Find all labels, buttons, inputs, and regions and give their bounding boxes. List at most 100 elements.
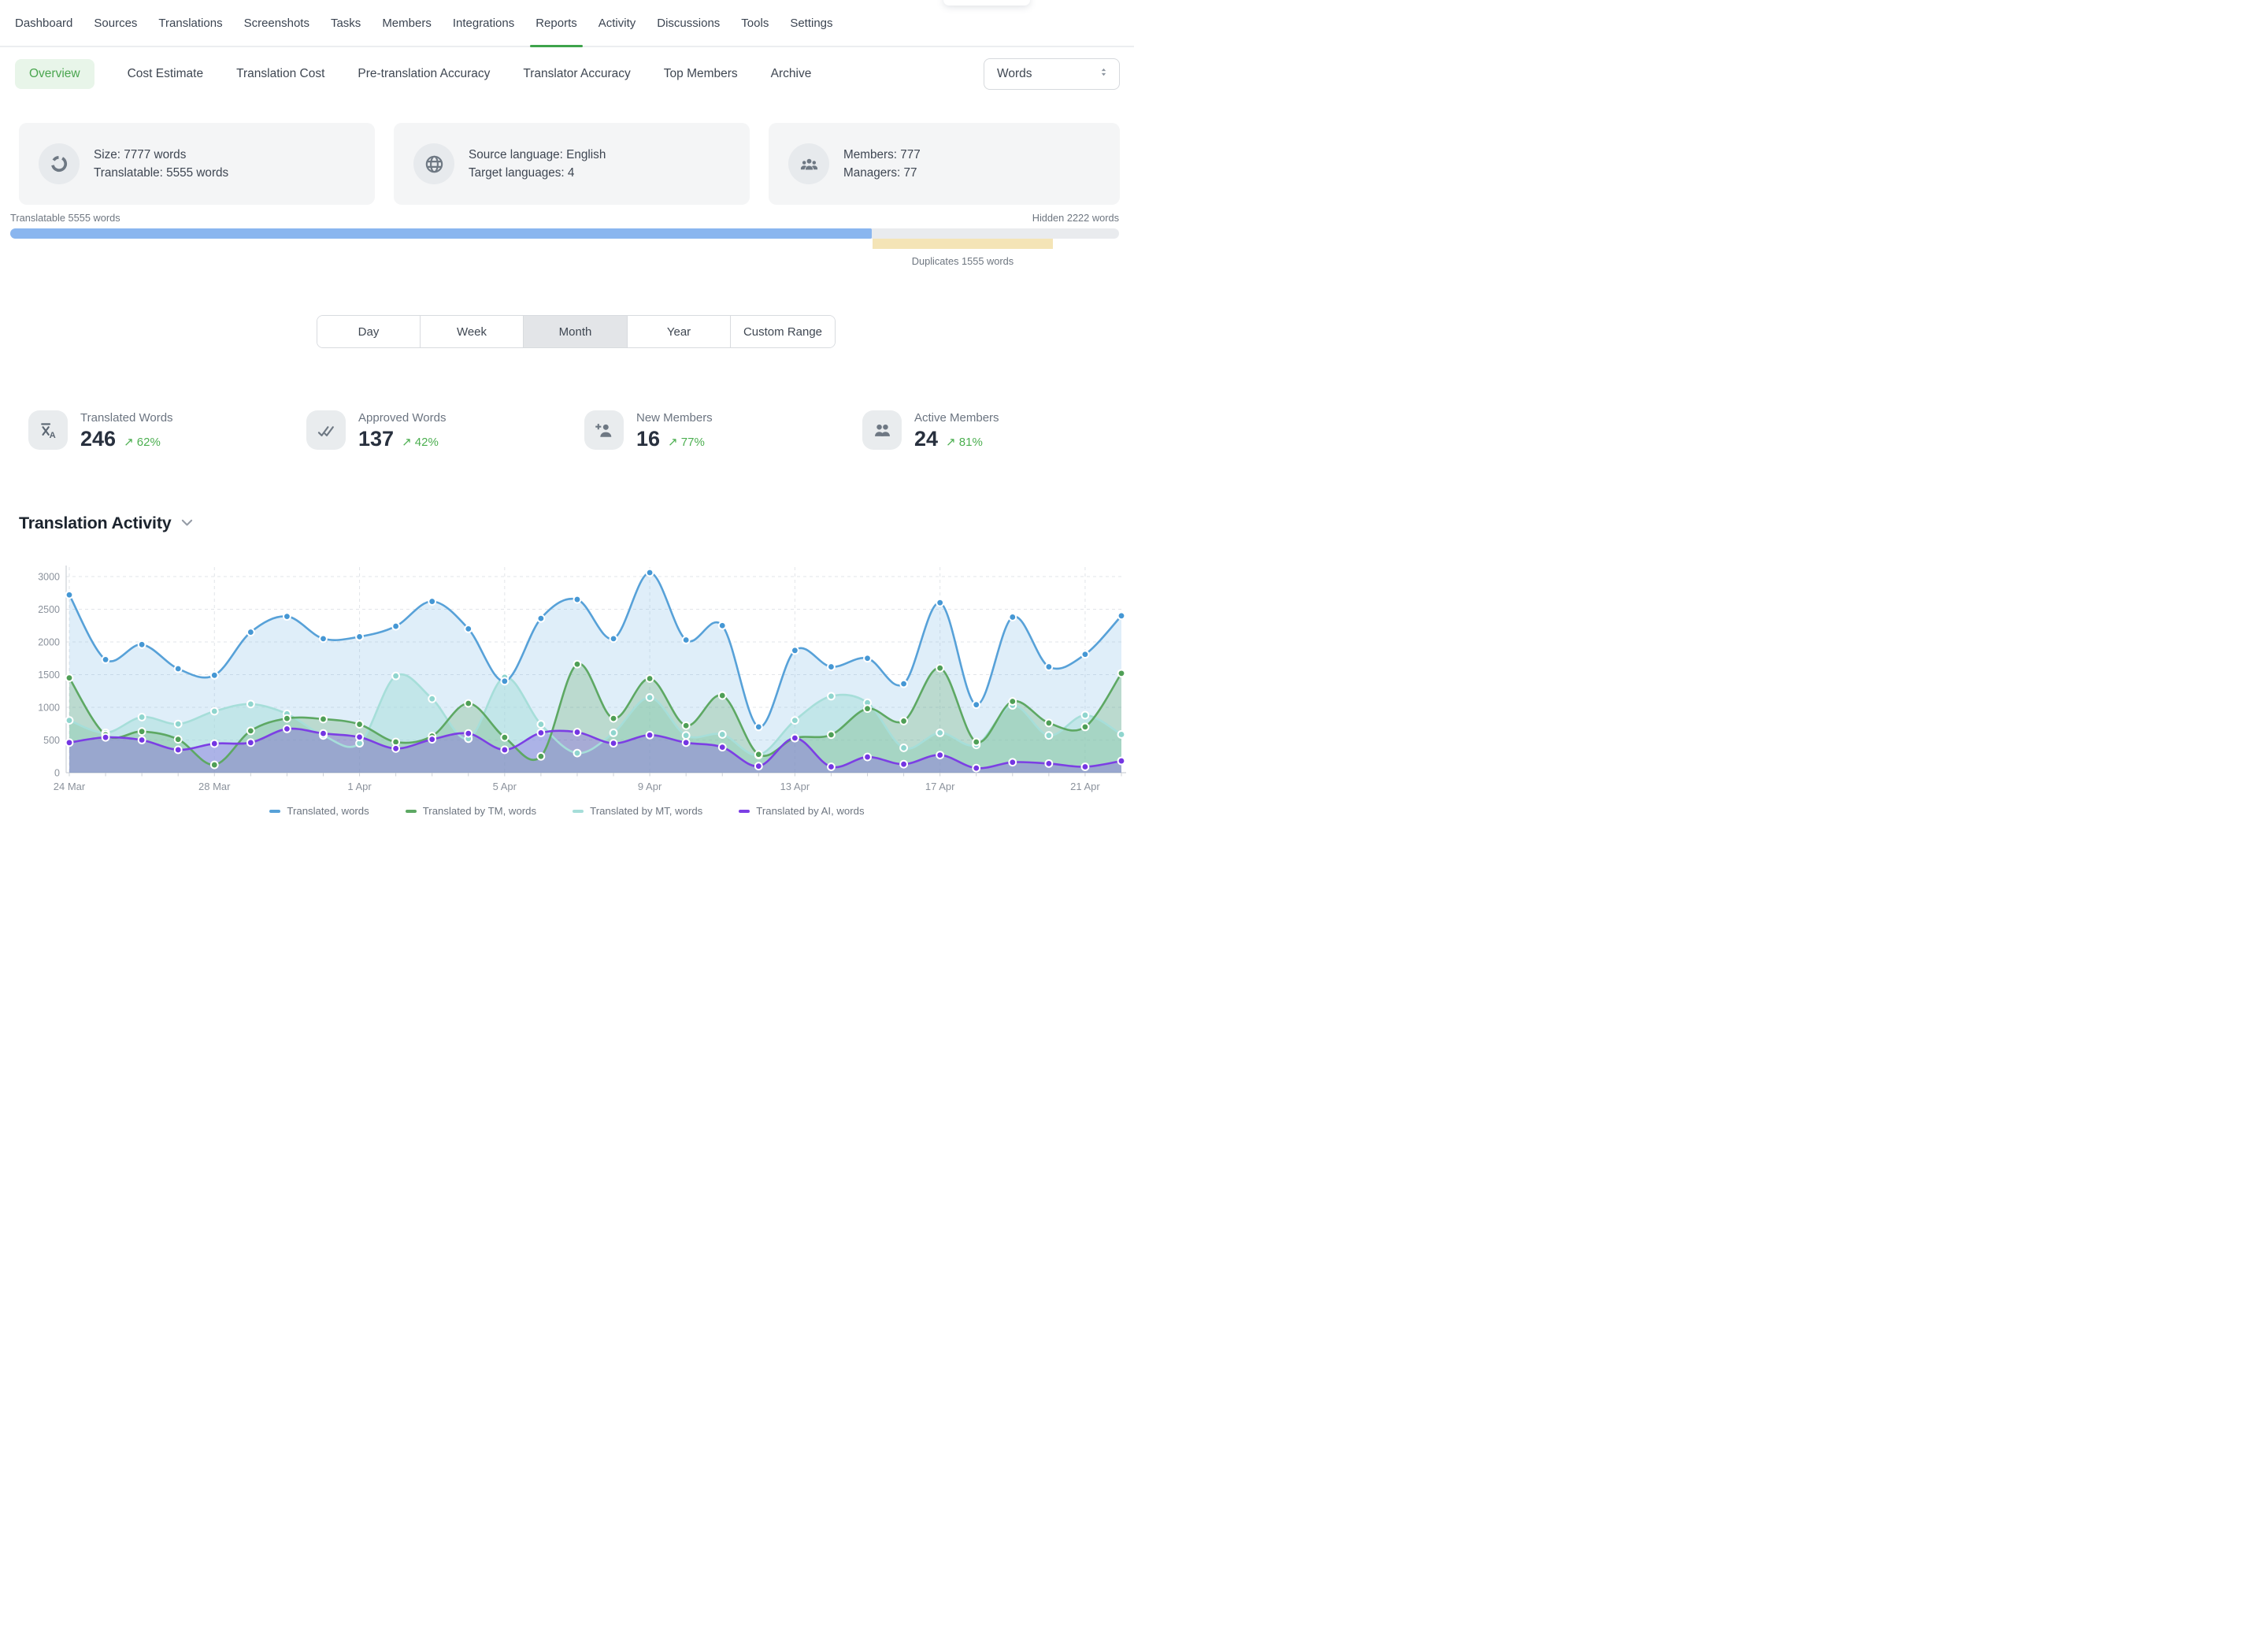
cutoff-corner-element xyxy=(943,0,1030,6)
point-translated-by-ai-words xyxy=(139,736,146,744)
summary-line: Managers: 77 xyxy=(843,164,921,183)
point-translated-by-tm-words xyxy=(465,700,472,707)
subnav-item-translation-cost[interactable]: Translation Cost xyxy=(236,67,324,81)
nav-item-activity[interactable]: Activity xyxy=(598,0,636,46)
point-translated-words xyxy=(1009,614,1016,621)
range-tab-day[interactable]: Day xyxy=(317,316,420,347)
chevron-down-icon[interactable] xyxy=(181,517,193,531)
units-select-value: Words xyxy=(997,67,1032,81)
point-translated-by-mt-words xyxy=(537,721,544,728)
y-axis-tick-label: 1500 xyxy=(38,670,60,681)
legend-item-translated-by-mt-words[interactable]: Translated by MT, words xyxy=(573,805,702,817)
point-translated-by-ai-words xyxy=(247,739,254,746)
point-translated-by-tm-words xyxy=(574,661,581,668)
point-translated-words xyxy=(683,636,690,644)
point-translated-by-ai-words xyxy=(1082,763,1089,770)
section-title: Translation Activity xyxy=(19,514,172,533)
point-translated-by-ai-words xyxy=(683,739,690,746)
subnav-item-top-members[interactable]: Top Members xyxy=(664,67,738,81)
point-translated-by-ai-words xyxy=(719,744,726,751)
summary-line: Size: 7777 words xyxy=(94,146,228,165)
stat-translated-words: ATranslated Words246↗ 62% xyxy=(28,410,306,451)
nav-item-discussions[interactable]: Discussions xyxy=(657,0,720,46)
x-axis-tick-label: 9 Apr xyxy=(638,781,662,792)
subnav-item-archive[interactable]: Archive xyxy=(771,67,812,81)
nav-item-tools[interactable]: Tools xyxy=(741,0,769,46)
nav-item-settings[interactable]: Settings xyxy=(790,0,832,46)
point-translated-by-mt-words xyxy=(647,694,654,701)
globe-icon xyxy=(413,143,454,184)
range-tab-week[interactable]: Week xyxy=(420,316,523,347)
point-translated-words xyxy=(428,598,435,605)
legend-label: Translated by TM, words xyxy=(423,805,536,817)
nav-item-sources[interactable]: Sources xyxy=(94,0,137,46)
point-translated-by-ai-words xyxy=(574,729,581,736)
legend-dash-icon xyxy=(739,810,750,813)
point-translated-by-tm-words xyxy=(175,736,182,743)
point-translated-by-ai-words xyxy=(284,725,291,733)
legend-item-translated-by-ai-words[interactable]: Translated by AI, words xyxy=(739,805,864,817)
stat-change: ↗ 77% xyxy=(668,435,705,449)
stat-new-members: New Members16↗ 77% xyxy=(584,410,862,451)
stat-value: 16 xyxy=(636,427,660,451)
stat-change: ↗ 62% xyxy=(124,435,161,449)
nav-item-integrations[interactable]: Integrations xyxy=(453,0,514,46)
point-translated-by-tm-words xyxy=(973,739,980,746)
range-tab-custom-range[interactable]: Custom Range xyxy=(730,316,835,347)
point-translated-by-ai-words xyxy=(501,747,508,754)
nav-item-tasks[interactable]: Tasks xyxy=(331,0,361,46)
section-header: Translation Activity xyxy=(19,514,193,533)
point-translated-words xyxy=(1045,663,1052,670)
point-translated-by-ai-words xyxy=(900,761,907,768)
x-axis-tick-label: 28 Mar xyxy=(198,781,231,792)
point-translated-words xyxy=(936,599,943,606)
point-translated-words xyxy=(610,635,617,642)
reports-subnav: Overview Cost Estimate Translation Cost Pre… xyxy=(0,49,1134,99)
point-translated-by-ai-words xyxy=(175,747,182,754)
point-translated-by-ai-words xyxy=(936,751,943,759)
subnav-item-overview[interactable]: Overview xyxy=(15,59,94,89)
nav-item-screenshots[interactable]: Screenshots xyxy=(244,0,309,46)
y-axis-tick-label: 500 xyxy=(43,735,60,746)
point-translated-by-mt-words xyxy=(610,729,617,736)
summary-line: Translatable: 5555 words xyxy=(94,164,228,183)
point-translated-by-mt-words xyxy=(392,673,399,680)
translation-activity-chart[interactable]: 05001000150020002500300024 Mar28 Mar1 Ap… xyxy=(0,543,1134,800)
legend-item-translated-by-tm-words[interactable]: Translated by TM, words xyxy=(406,805,536,817)
y-axis-tick-label: 3000 xyxy=(38,571,60,582)
chart-svg: 05001000150020002500300024 Mar28 Mar1 Ap… xyxy=(0,543,1134,800)
stat-change: ↗ 42% xyxy=(402,435,439,449)
legend-item-translated-words[interactable]: Translated, words xyxy=(269,805,369,817)
point-translated-by-ai-words xyxy=(828,763,835,770)
subnav-item-pre-translation-accuracy[interactable]: Pre-translation Accuracy xyxy=(358,67,490,81)
point-translated-by-mt-words xyxy=(247,700,254,707)
stat-change: ↗ 81% xyxy=(946,435,983,449)
units-select[interactable]: Words xyxy=(984,58,1120,90)
range-tab-year[interactable]: Year xyxy=(627,316,730,347)
point-translated-by-tm-words xyxy=(1118,670,1125,677)
point-translated-by-tm-words xyxy=(683,722,690,729)
subnav-item-translator-accuracy[interactable]: Translator Accuracy xyxy=(523,67,630,81)
point-translated-by-mt-words xyxy=(574,750,581,757)
stat-approved-words: Approved Words137↗ 42% xyxy=(306,410,584,451)
point-translated-by-tm-words xyxy=(1009,698,1016,705)
point-translated-words xyxy=(66,592,73,599)
summary-card-members: Members: 777Managers: 77 xyxy=(769,123,1120,205)
point-translated-words xyxy=(574,596,581,603)
subnav-item-cost-estimate[interactable]: Cost Estimate xyxy=(128,67,203,81)
legend-dash-icon xyxy=(573,810,584,813)
nav-item-reports[interactable]: Reports xyxy=(536,0,577,46)
nav-item-dashboard[interactable]: Dashboard xyxy=(15,0,72,46)
point-translated-by-tm-words xyxy=(864,705,871,712)
point-translated-by-tm-words xyxy=(537,753,544,760)
point-translated-words xyxy=(719,622,726,629)
range-tab-month[interactable]: Month xyxy=(523,316,627,347)
nav-item-translations[interactable]: Translations xyxy=(158,0,222,46)
point-translated-by-ai-words xyxy=(1009,759,1016,766)
point-translated-by-tm-words xyxy=(66,674,73,681)
point-translated-by-mt-words xyxy=(1082,712,1089,719)
nav-item-members[interactable]: Members xyxy=(382,0,432,46)
words-progress-bar xyxy=(10,228,1119,239)
point-translated-words xyxy=(139,641,146,648)
point-translated-by-ai-words xyxy=(356,733,363,740)
